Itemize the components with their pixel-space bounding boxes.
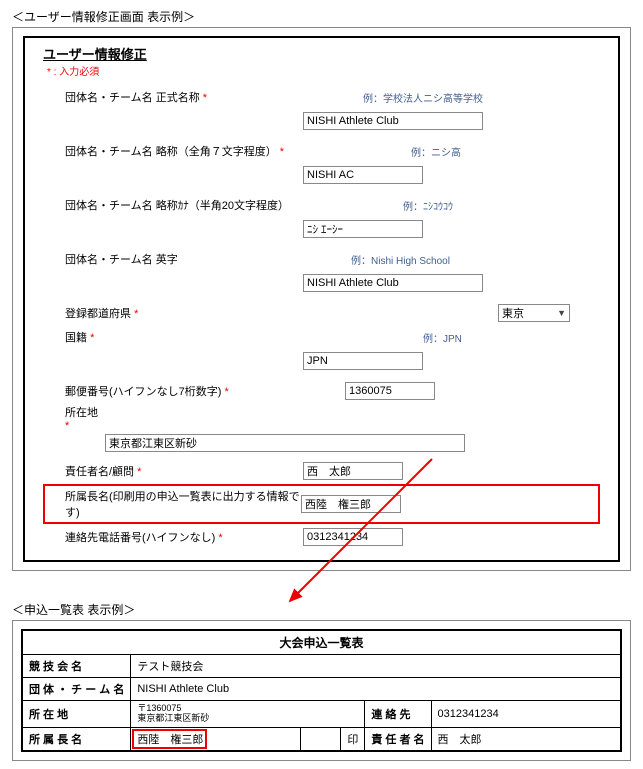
tel-input[interactable]: 0312341234: [303, 528, 403, 546]
contact-label: 連 絡 先: [365, 701, 431, 728]
address-label: 所在地: [65, 407, 98, 419]
manager-input[interactable]: 西 太郎: [303, 462, 403, 480]
entry-list-outer-box: 大会申込一覧表 競 技 会 名 テスト競技会 団 体 ・ チ ー ム 名 NIS…: [12, 620, 631, 761]
asterisk-icon: *: [203, 92, 207, 104]
head-label: 所属長名(印刷用の申込一覧表に出力する情報です): [65, 491, 300, 519]
team-value: NISHI Athlete Club: [131, 678, 621, 701]
meet-value: テスト競技会: [131, 655, 621, 678]
head-label-cell: 所 属 長 名: [22, 727, 131, 751]
zip-label: 郵便番号(ハイフンなし7桁数字): [65, 386, 221, 398]
addr-line: 東京都江東区新砂: [137, 714, 358, 724]
manager-label: 責任者名/顧問: [65, 466, 134, 478]
address-value-cell: 〒1360075 東京都江東区新砂: [131, 701, 365, 728]
asterisk-icon: *: [137, 466, 141, 478]
team-label: 団 体 ・ チ ー ム 名: [22, 678, 131, 701]
address-label-cell: 所 在 地: [22, 701, 131, 728]
seal-label: 印: [341, 727, 365, 751]
head-value-cell: 西陸 権三郎: [131, 727, 301, 751]
org-name-example: 例：学校法人ニシ高等学校: [363, 94, 483, 105]
nat-input[interactable]: JPN: [303, 352, 423, 370]
contact-value: 0312341234: [431, 701, 621, 728]
abbr-kana-example: 例：ﾆｼｺｳｺｳ: [403, 202, 453, 213]
eng-label: 団体名・チーム名 英字: [65, 254, 178, 266]
head-input[interactable]: 西陸 権三郎: [301, 495, 401, 513]
eng-input[interactable]: NISHI Athlete Club: [303, 274, 483, 292]
zip-line: 〒1360075: [137, 704, 358, 714]
meet-label: 競 技 会 名: [22, 655, 131, 678]
abbr-kana-input[interactable]: ﾆｼ ｴｰｼｰ: [303, 220, 423, 238]
asterisk-icon: *: [90, 332, 94, 344]
required-note: * : 入力必須: [47, 67, 99, 78]
abbr-kana-label: 団体名・チーム名 略称ｶﾅ（半角20文字程度）: [65, 200, 289, 212]
app-list-title: 大会申込一覧表: [22, 630, 621, 655]
asterisk-icon: *: [218, 532, 222, 544]
pref-label: 登録都道府県: [65, 308, 131, 320]
asterisk-icon: *: [225, 386, 229, 398]
nat-example: 例：JPN: [423, 334, 462, 345]
head-value-text: 西陸 権三郎: [137, 734, 203, 746]
pref-select[interactable]: 東京 ▼: [498, 304, 570, 322]
address-input[interactable]: 東京都江東区新砂: [105, 434, 465, 452]
asterisk-icon: *: [280, 146, 284, 158]
manager-value-cell: 西 太郎: [431, 727, 621, 751]
tel-label: 連絡先電話番号(ハイフンなし): [65, 532, 215, 544]
zip-input[interactable]: 1360075: [345, 382, 435, 400]
chevron-down-icon: ▼: [557, 308, 566, 318]
user-edit-form: ユーザー情報修正 * : 入力必須 団体名・チーム名 正式名称 * 例：学校法人…: [23, 36, 620, 562]
user-edit-section-caption: ＜ユーザー情報修正画面 表示例＞: [12, 8, 631, 25]
asterisk-icon: *: [65, 420, 69, 432]
org-name-label: 団体名・チーム名 正式名称: [65, 92, 200, 104]
eng-example: 例：Nishi High School: [351, 256, 450, 267]
abbr-example: 例：ニシ高: [411, 148, 461, 159]
asterisk-icon: *: [134, 308, 138, 320]
head-row-highlight: 所属長名(印刷用の申込一覧表に出力する情報です) 西陸 権三郎: [43, 484, 600, 524]
entry-list-section-caption: ＜申込一覧表 表示例＞: [12, 601, 631, 618]
abbr-label: 団体名・チーム名 略称（全角７文字程度）: [65, 146, 277, 158]
user-edit-outer-box: ユーザー情報修正 * : 入力必須 団体名・チーム名 正式名称 * 例：学校法人…: [12, 27, 631, 571]
application-list-table: 大会申込一覧表 競 技 会 名 テスト競技会 団 体 ・ チ ー ム 名 NIS…: [21, 629, 622, 752]
pref-select-value: 東京: [502, 305, 524, 321]
abbr-input[interactable]: NISHI AC: [303, 166, 423, 184]
nat-label: 国籍: [65, 332, 87, 344]
org-name-input[interactable]: NISHI Athlete Club: [303, 112, 483, 130]
manager-label-cell: 責 任 者 名: [365, 727, 431, 751]
form-title: ユーザー情報修正: [43, 47, 147, 62]
